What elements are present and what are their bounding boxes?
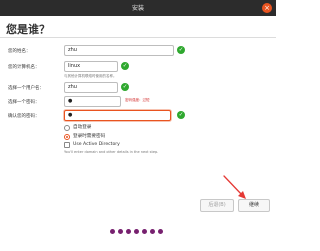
progress-dots xyxy=(110,229,166,235)
progress-dot xyxy=(134,229,139,234)
progress-dot xyxy=(142,229,147,234)
progress-dot xyxy=(158,229,163,234)
progress-dot xyxy=(110,229,115,234)
progress-dot xyxy=(126,229,131,234)
progress-dot xyxy=(150,229,155,234)
progress-dot xyxy=(118,229,123,234)
annotation-arrow-icon xyxy=(223,175,246,199)
